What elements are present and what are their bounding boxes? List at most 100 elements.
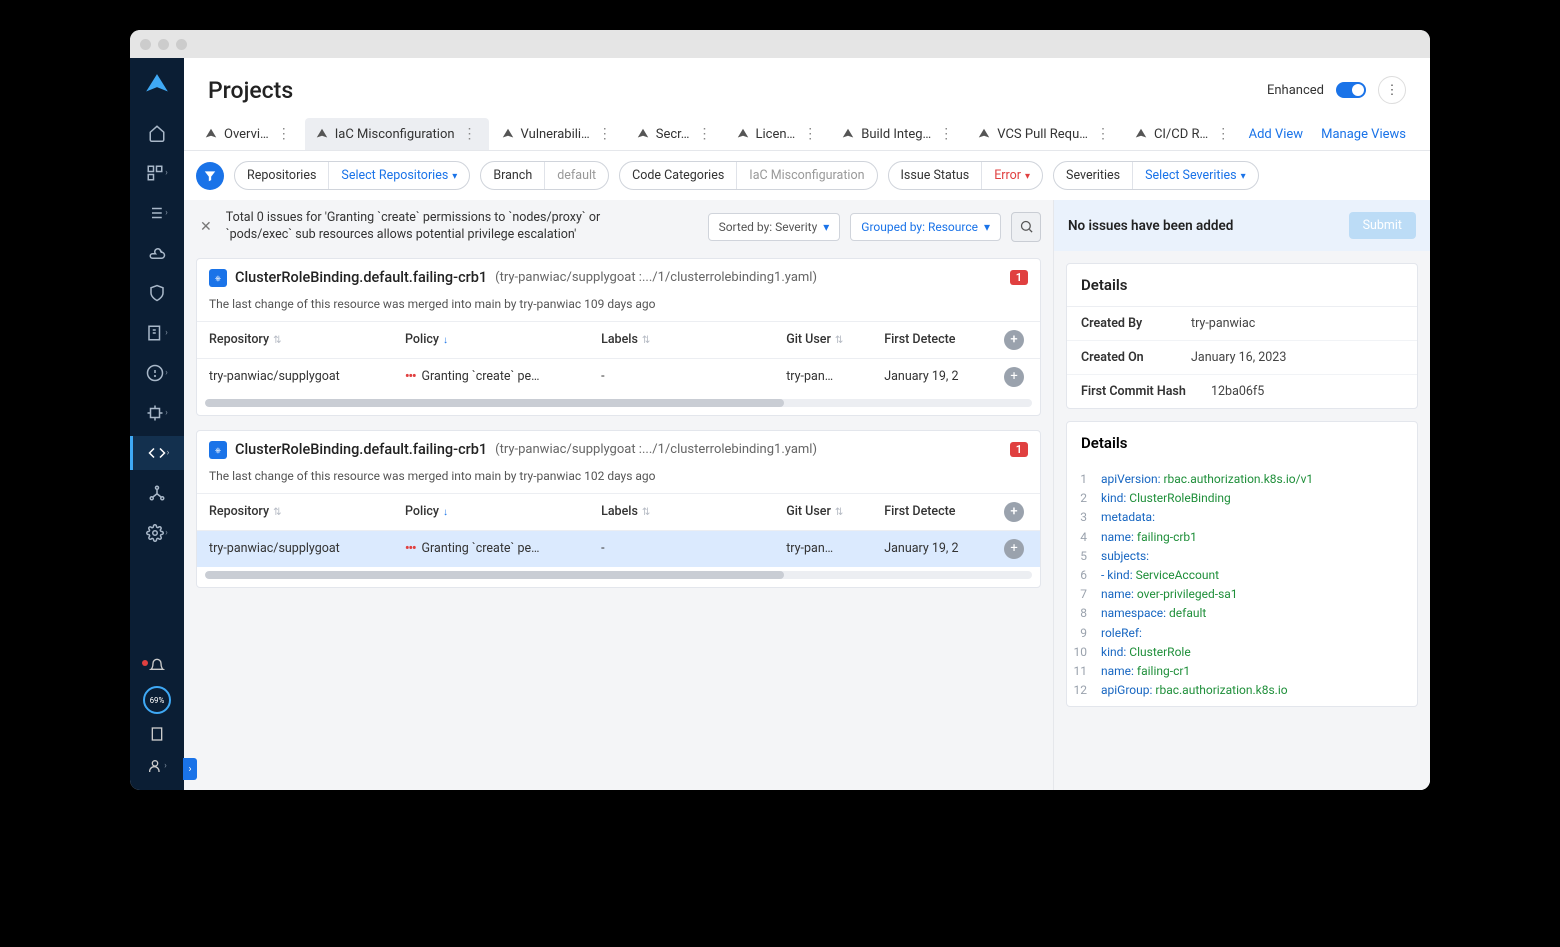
nav-sidebar: › › › › › › › 69% › [130, 58, 184, 790]
sort-dropdown[interactable]: Sorted by: Severity▾ [708, 213, 841, 241]
brand-logo [142, 70, 172, 100]
nav-shield[interactable] [130, 276, 184, 310]
expand-row-button[interactable]: + [1004, 539, 1024, 559]
col-policy[interactable]: Policy↓ [393, 493, 589, 530]
traffic-close[interactable] [140, 39, 151, 50]
nav-settings[interactable]: › [130, 516, 184, 550]
group-dropdown[interactable]: Grouped by: Resource▾ [850, 213, 1001, 241]
resource-card: ⎈ ClusterRoleBinding.default.failing-crb… [196, 258, 1041, 416]
resource-icon: ⎈ [209, 269, 227, 287]
nav-code[interactable]: › [130, 436, 184, 470]
nav-policy[interactable]: › [130, 316, 184, 350]
nav-profile[interactable]: › [130, 754, 184, 778]
add-view-link[interactable]: Add View [1249, 127, 1303, 142]
tab-menu-icon[interactable]: ⋮ [696, 126, 714, 142]
tab-menu-icon[interactable]: ⋮ [801, 126, 819, 142]
tab-7[interactable]: CI/CD R…⋮ [1124, 118, 1242, 150]
code-line: 9roleRef: [1067, 624, 1417, 643]
code-line: 5subjects: [1067, 547, 1417, 566]
nav-home[interactable] [130, 116, 184, 150]
tab-3[interactable]: Secr…⋮ [626, 118, 724, 150]
nav-alert[interactable]: › [130, 356, 184, 390]
add-column-button[interactable]: + [1004, 502, 1024, 522]
nav-network[interactable] [130, 476, 184, 510]
tab-1[interactable]: IaC Misconfiguration⋮ [305, 118, 489, 150]
resource-card: ⎈ ClusterRoleBinding.default.failing-crb… [196, 430, 1041, 588]
tab-icon [204, 127, 218, 141]
filter-repositories[interactable]: Repositories Select Repositories▾ [234, 161, 470, 190]
code-line: 11 name: failing-cr1 [1067, 662, 1417, 681]
tab-icon [636, 127, 650, 141]
col-labels[interactable]: Labels⇅ [589, 493, 774, 530]
app-window: › › › › › › › 69% › › Projects E [130, 30, 1430, 790]
error-count-badge: 1 [1010, 270, 1028, 285]
filter-issue-status[interactable]: Issue Status Error▾ [888, 161, 1044, 190]
issues-table: Repository⇅ Policy↓ Labels⇅ Git User⇅ Fi… [197, 493, 1040, 567]
horizontal-scrollbar[interactable] [205, 399, 1032, 407]
tab-6[interactable]: VCS Pull Requ…⋮ [967, 118, 1122, 150]
submit-button[interactable]: Submit [1349, 212, 1416, 239]
nav-notifications[interactable] [130, 654, 184, 678]
col-labels[interactable]: Labels⇅ [589, 321, 774, 358]
main-content: › Projects Enhanced ⋮ Overvi…⋮IaC Miscon… [184, 58, 1430, 790]
tab-4[interactable]: Licen…⋮ [726, 118, 830, 150]
nav-dashboard[interactable]: › [130, 156, 184, 190]
code-line: 2kind: ClusterRoleBinding [1067, 489, 1417, 508]
col-first-detected[interactable]: First Detecte [872, 321, 992, 358]
col-first-detected[interactable]: First Detecte [872, 493, 992, 530]
error-count-badge: 1 [1010, 442, 1028, 457]
severity-icon: ••• [405, 369, 415, 384]
code-line: 1apiVersion: rbac.authorization.k8s.io/v… [1067, 470, 1417, 489]
no-issues-message: No issues have been added [1068, 218, 1233, 234]
usage-gauge[interactable]: 69% [143, 686, 171, 714]
nav-docs[interactable] [130, 722, 184, 746]
tab-menu-icon[interactable]: ⋮ [461, 126, 479, 142]
details-pane: No issues have been added Submit Details… [1054, 200, 1430, 790]
severity-icon: ••• [405, 541, 415, 556]
resource-title[interactable]: ClusterRoleBinding.default.failing-crb1 [235, 269, 487, 286]
traffic-max[interactable] [176, 39, 187, 50]
tab-menu-icon[interactable]: ⋮ [596, 126, 614, 142]
resource-path: (try-panwiac/supplygoat :.../1/clusterro… [495, 270, 817, 285]
filter-code-categories[interactable]: Code Categories IaC Misconfiguration [619, 161, 877, 190]
manage-views-link[interactable]: Manage Views [1321, 127, 1406, 142]
add-column-button[interactable]: + [1004, 330, 1024, 350]
enhanced-toggle[interactable] [1336, 82, 1366, 98]
dismiss-summary-icon[interactable]: ✕ [196, 215, 216, 239]
col-git-user[interactable]: Git User⇅ [774, 321, 872, 358]
code-line: 12 apiGroup: rbac.authorization.k8s.io [1067, 681, 1417, 700]
table-row[interactable]: try-panwiac/supplygoat •••Granting `crea… [197, 530, 1040, 567]
tab-0[interactable]: Overvi…⋮ [194, 118, 303, 150]
view-tabs: Overvi…⋮IaC Misconfiguration⋮Vulnerabili… [184, 118, 1430, 151]
col-git-user[interactable]: Git User⇅ [774, 493, 872, 530]
tab-icon [977, 127, 991, 141]
tab-menu-icon[interactable]: ⋮ [1094, 126, 1112, 142]
col-repository[interactable]: Repository⇅ [197, 321, 393, 358]
tab-2[interactable]: Vulnerabili…⋮ [491, 118, 624, 150]
tab-menu-icon[interactable]: ⋮ [1214, 126, 1232, 142]
search-button[interactable] [1011, 212, 1041, 242]
tab-5[interactable]: Build Integ…⋮ [831, 118, 965, 150]
traffic-min[interactable] [158, 39, 169, 50]
tab-icon [315, 127, 329, 141]
nav-compute[interactable]: › [130, 396, 184, 430]
col-policy[interactable]: Policy↓ [393, 321, 589, 358]
table-row[interactable]: try-panwiac/supplygoat •••Granting `crea… [197, 358, 1040, 395]
svg-text:⎈: ⎈ [215, 274, 222, 283]
resource-note: The last change of this resource was mer… [197, 469, 1040, 493]
nav-cloud[interactable] [130, 236, 184, 270]
expand-sidebar-tab[interactable]: › [183, 758, 197, 780]
issues-pane: ✕ Total 0 issues for 'Granting `create` … [184, 200, 1054, 790]
expand-row-button[interactable]: + [1004, 367, 1024, 387]
filter-icon[interactable] [196, 162, 224, 190]
tab-menu-icon[interactable]: ⋮ [937, 126, 955, 142]
resource-title[interactable]: ClusterRoleBinding.default.failing-crb1 [235, 441, 487, 458]
tab-menu-icon[interactable]: ⋮ [275, 126, 293, 142]
filter-severities[interactable]: Severities Select Severities▾ [1053, 161, 1259, 190]
page-title: Projects [208, 77, 293, 104]
page-menu-button[interactable]: ⋮ [1378, 76, 1406, 104]
horizontal-scrollbar[interactable] [205, 571, 1032, 579]
col-repository[interactable]: Repository⇅ [197, 493, 393, 530]
filter-branch[interactable]: Branch default [480, 161, 609, 190]
nav-list[interactable]: › [130, 196, 184, 230]
